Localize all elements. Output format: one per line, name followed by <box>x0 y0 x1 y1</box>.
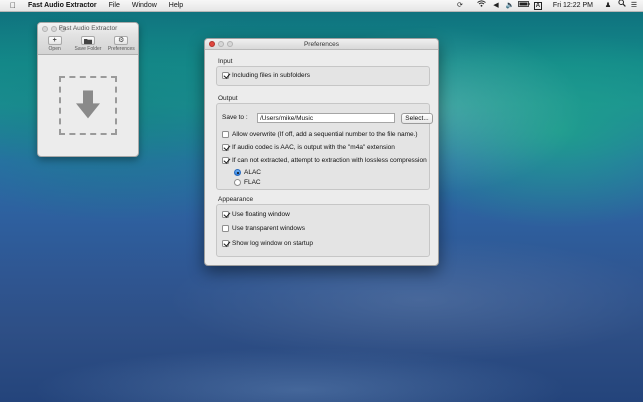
open-button[interactable]: + Open <box>39 36 71 52</box>
aac-m4a-checkbox[interactable] <box>222 144 229 151</box>
open-button-label: Open <box>48 46 61 52</box>
save-folder-button[interactable]: Save Folder <box>72 36 104 52</box>
menu-bar:  Fast Audio Extractor File Window Help … <box>0 0 643 12</box>
transparent-windows-checkbox[interactable] <box>222 225 229 232</box>
allow-overwrite-label: Allow overwrite (If off, add a sequentia… <box>232 131 418 138</box>
input-group: Including files in subfolders <box>216 66 430 86</box>
allow-overwrite-option[interactable]: Allow overwrite (If off, add a sequentia… <box>222 131 418 138</box>
alac-label: ALAC <box>244 169 261 176</box>
gear-icon: ⚙ <box>114 36 129 45</box>
save-to-label: Save to : <box>222 114 248 121</box>
app-window: Fast Audio Extractor + Open Save Folder … <box>37 22 139 157</box>
alac-option[interactable]: ALAC <box>234 169 261 176</box>
preferences-button[interactable]: ⚙ Preferences <box>105 36 137 52</box>
battery-icon[interactable] <box>517 0 531 12</box>
wifi-icon[interactable] <box>475 0 489 12</box>
floating-window-label: Use floating window <box>232 211 290 218</box>
menu-help[interactable]: Help <box>163 0 189 12</box>
preferences-titlebar[interactable]: Preferences <box>205 39 438 50</box>
log-window-option[interactable]: Show log window on startup <box>222 240 313 247</box>
lossless-checkbox[interactable] <box>222 157 229 164</box>
transparent-windows-label: Use transparent windows <box>232 225 305 232</box>
close-button[interactable] <box>42 26 48 32</box>
user-icon[interactable]: ♟ <box>601 0 615 12</box>
aac-m4a-label: If audio codec is AAC, is output with th… <box>232 144 395 151</box>
aac-m4a-option[interactable]: If audio codec is AAC, is output with th… <box>222 144 395 151</box>
sync-icon[interactable]: ⟳ <box>453 0 467 12</box>
select-folder-button[interactable]: Select... <box>401 113 433 124</box>
status-area: ⟳ ◀ 🔈 A Fri 12:22 PM ♟ ☰ <box>453 0 643 12</box>
save-path-field[interactable] <box>257 113 395 123</box>
output-group: Save to : Select... Allow overwrite (If … <box>216 103 433 190</box>
input-source-icon[interactable]: A <box>531 0 545 12</box>
menu-app-name[interactable]: Fast Audio Extractor <box>20 0 103 12</box>
subfolders-option[interactable]: Including files in subfolders <box>222 72 310 79</box>
flac-option[interactable]: FLAC <box>234 179 261 186</box>
flac-label: FLAC <box>244 179 261 186</box>
menu-window[interactable]: Window <box>126 0 163 12</box>
zoom-button[interactable] <box>60 26 66 32</box>
preferences-label: Preferences <box>107 46 135 52</box>
input-section-label: Input <box>218 58 233 65</box>
folder-icon <box>80 36 95 45</box>
transparent-windows-option[interactable]: Use transparent windows <box>222 225 305 232</box>
log-window-label: Show log window on startup <box>232 240 313 247</box>
plus-icon: + <box>47 36 62 45</box>
preferences-window: Preferences Input Including files in sub… <box>204 38 439 266</box>
alac-radio[interactable] <box>234 169 241 176</box>
menubar-clock[interactable]: Fri 12:22 PM <box>545 2 601 9</box>
appearance-group: Use floating window Use transparent wind… <box>216 204 430 257</box>
preferences-title: Preferences <box>303 40 340 48</box>
zoom-button[interactable] <box>227 41 233 47</box>
save-folder-label: Save Folder <box>74 46 102 52</box>
floating-window-option[interactable]: Use floating window <box>222 211 290 218</box>
subfolders-label: Including files in subfolders <box>232 72 311 79</box>
output-section-label: Output <box>218 95 238 102</box>
log-window-checkbox[interactable] <box>222 240 229 247</box>
play-icon[interactable]: ◀ <box>489 0 503 12</box>
window-controls <box>42 26 66 32</box>
close-button[interactable] <box>209 41 215 47</box>
input-source-label: A <box>533 1 543 10</box>
window-controls <box>209 41 233 47</box>
lossless-label: If can not extracted, attempt to extract… <box>232 157 427 164</box>
notification-center-icon[interactable]: ☰ <box>629 0 643 12</box>
subfolders-checkbox[interactable] <box>222 72 229 79</box>
floating-window-checkbox[interactable] <box>222 211 229 218</box>
apple-menu-icon[interactable]:  <box>6 1 20 10</box>
appearance-section-label: Appearance <box>218 196 254 203</box>
minimize-button[interactable] <box>51 26 57 32</box>
minimize-button[interactable] <box>218 41 224 47</box>
app-toolbar: + Open Save Folder ⚙ Preferences <box>38 35 138 55</box>
download-arrow-icon <box>76 89 100 118</box>
allow-overwrite-checkbox[interactable] <box>222 131 229 138</box>
menu-file[interactable]: File <box>103 0 126 12</box>
lossless-option[interactable]: If can not extracted, attempt to extract… <box>222 157 427 164</box>
spotlight-icon[interactable] <box>615 0 629 12</box>
app-window-titlebar[interactable]: Fast Audio Extractor <box>38 23 138 35</box>
flac-radio[interactable] <box>234 179 241 186</box>
drop-zone[interactable] <box>59 76 117 135</box>
volume-icon[interactable]: 🔈 <box>503 0 517 12</box>
